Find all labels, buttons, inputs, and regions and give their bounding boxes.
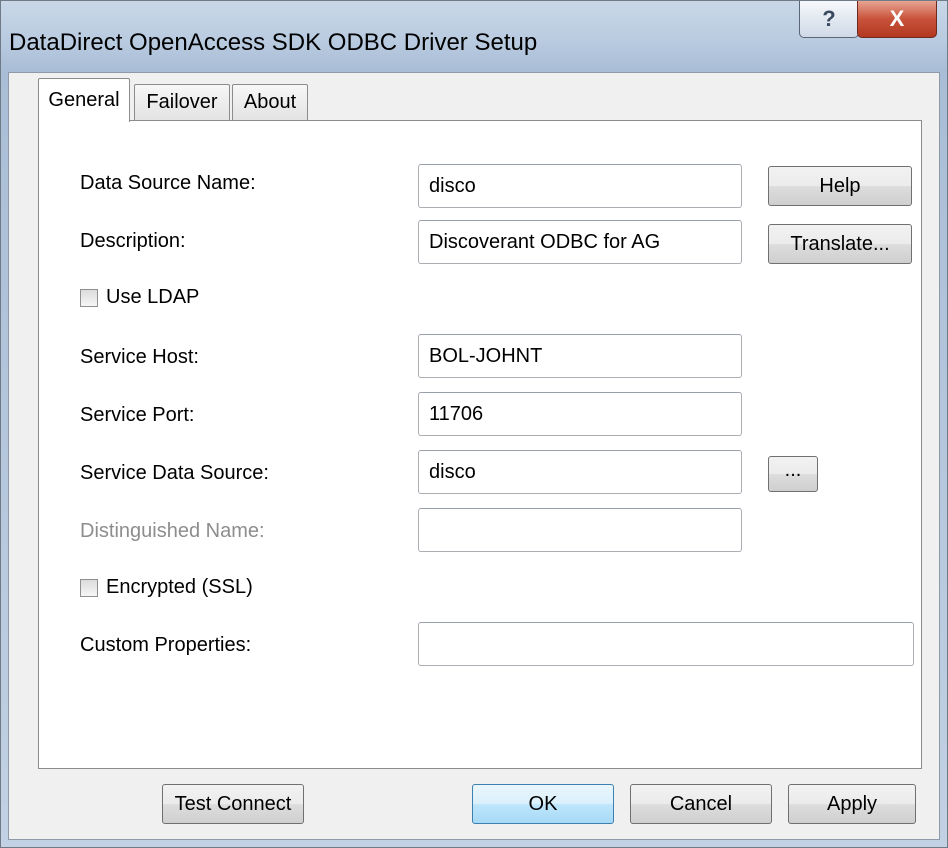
service-port-input[interactable]: 11706 [418,392,742,436]
description-label: Description: [80,230,186,252]
tab-about-label: About [243,91,297,113]
service-data-source-label: Service Data Source: [80,462,269,484]
tab-about[interactable]: About [232,84,308,120]
encrypted-ssl-checkbox-box[interactable] [80,578,98,597]
use-ldap-checkbox[interactable]: Use LDAP [80,286,199,309]
encrypted-ssl-checkbox[interactable]: Encrypted (SSL) [80,576,253,599]
general-tab-panel [38,120,922,769]
help-title-button[interactable]: ? [799,1,859,38]
data-source-name-label: Data Source Name: [80,172,256,194]
encrypted-ssl-label: Encrypted (SSL) [106,576,253,598]
distinguished-name-label: Distinguished Name: [80,520,265,542]
service-host-input[interactable]: BOL-JOHNT [418,334,742,378]
tab-general[interactable]: General [38,78,130,122]
cancel-button[interactable]: Cancel [630,784,772,824]
tab-failover-label: Failover [146,91,218,113]
service-port-label: Service Port: [80,404,195,426]
service-data-source-input[interactable]: disco [418,450,742,494]
use-ldap-label: Use LDAP [106,286,200,308]
tab-failover[interactable]: Failover [134,84,230,120]
translate-button[interactable]: Translate... [768,224,912,264]
apply-button[interactable]: Apply [788,784,916,824]
question-mark-icon: ? [822,6,836,31]
data-source-name-input[interactable]: disco [418,164,742,208]
ok-button[interactable]: OK [472,784,614,824]
close-icon: X [889,6,905,31]
distinguished-name-input[interactable] [418,508,742,552]
custom-properties-label: Custom Properties: [80,634,252,656]
service-host-label: Service Host: [80,346,199,368]
help-button[interactable]: Help [768,166,912,206]
browse-button[interactable]: ... [768,456,818,492]
title-bar: DataDirect OpenAccess SDK ODBC Driver Se… [1,1,947,73]
close-title-button[interactable]: X [857,1,937,38]
use-ldap-checkbox-box[interactable] [80,288,98,307]
window-title: DataDirect OpenAccess SDK ODBC Driver Se… [9,29,538,56]
custom-properties-input[interactable] [418,622,914,666]
tab-general-label: General [48,89,120,111]
description-input[interactable]: Discoverant ODBC for AG [418,220,742,264]
test-connect-button[interactable]: Test Connect [162,784,304,824]
